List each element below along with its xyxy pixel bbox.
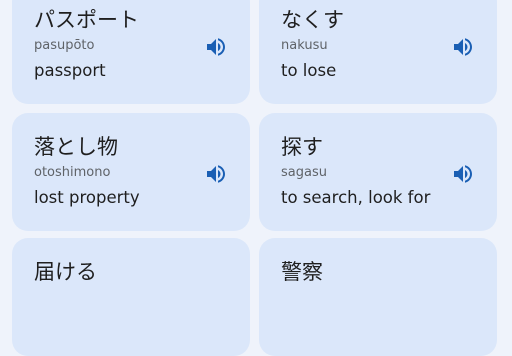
romaji-reading: sagasu <box>281 165 327 180</box>
japanese-word: 落とし物 <box>34 135 118 159</box>
english-meaning: passport <box>34 61 106 80</box>
japanese-word: パスポート <box>34 8 139 32</box>
speaker-icon[interactable] <box>451 162 475 186</box>
english-meaning: lost property <box>34 188 140 207</box>
japanese-word: 届ける <box>34 260 97 284</box>
japanese-word: 警察 <box>281 260 323 284</box>
english-meaning: to lose <box>281 61 337 80</box>
speaker-icon[interactable] <box>204 162 228 186</box>
speaker-icon[interactable] <box>204 35 228 59</box>
phrase-card[interactable]: パスポート pasupōto passport <box>12 0 250 104</box>
phrase-card-grid: パスポート pasupōto passport なくす nakusu to lo… <box>0 0 512 356</box>
english-meaning: to search, look for <box>281 188 431 207</box>
phrase-card[interactable]: なくす nakusu to lose <box>259 0 497 104</box>
romaji-reading: pasupōto <box>34 38 95 53</box>
phrase-card[interactable]: 届ける <box>12 238 250 356</box>
romaji-reading: nakusu <box>281 38 328 53</box>
japanese-word: 探す <box>281 135 323 159</box>
speaker-icon[interactable] <box>451 35 475 59</box>
romaji-reading: otoshimono <box>34 165 111 180</box>
phrase-card[interactable]: 落とし物 otoshimono lost property <box>12 113 250 231</box>
japanese-word: なくす <box>281 8 344 32</box>
phrase-card[interactable]: 探す sagasu to search, look for <box>259 113 497 231</box>
phrase-card[interactable]: 警察 <box>259 238 497 356</box>
